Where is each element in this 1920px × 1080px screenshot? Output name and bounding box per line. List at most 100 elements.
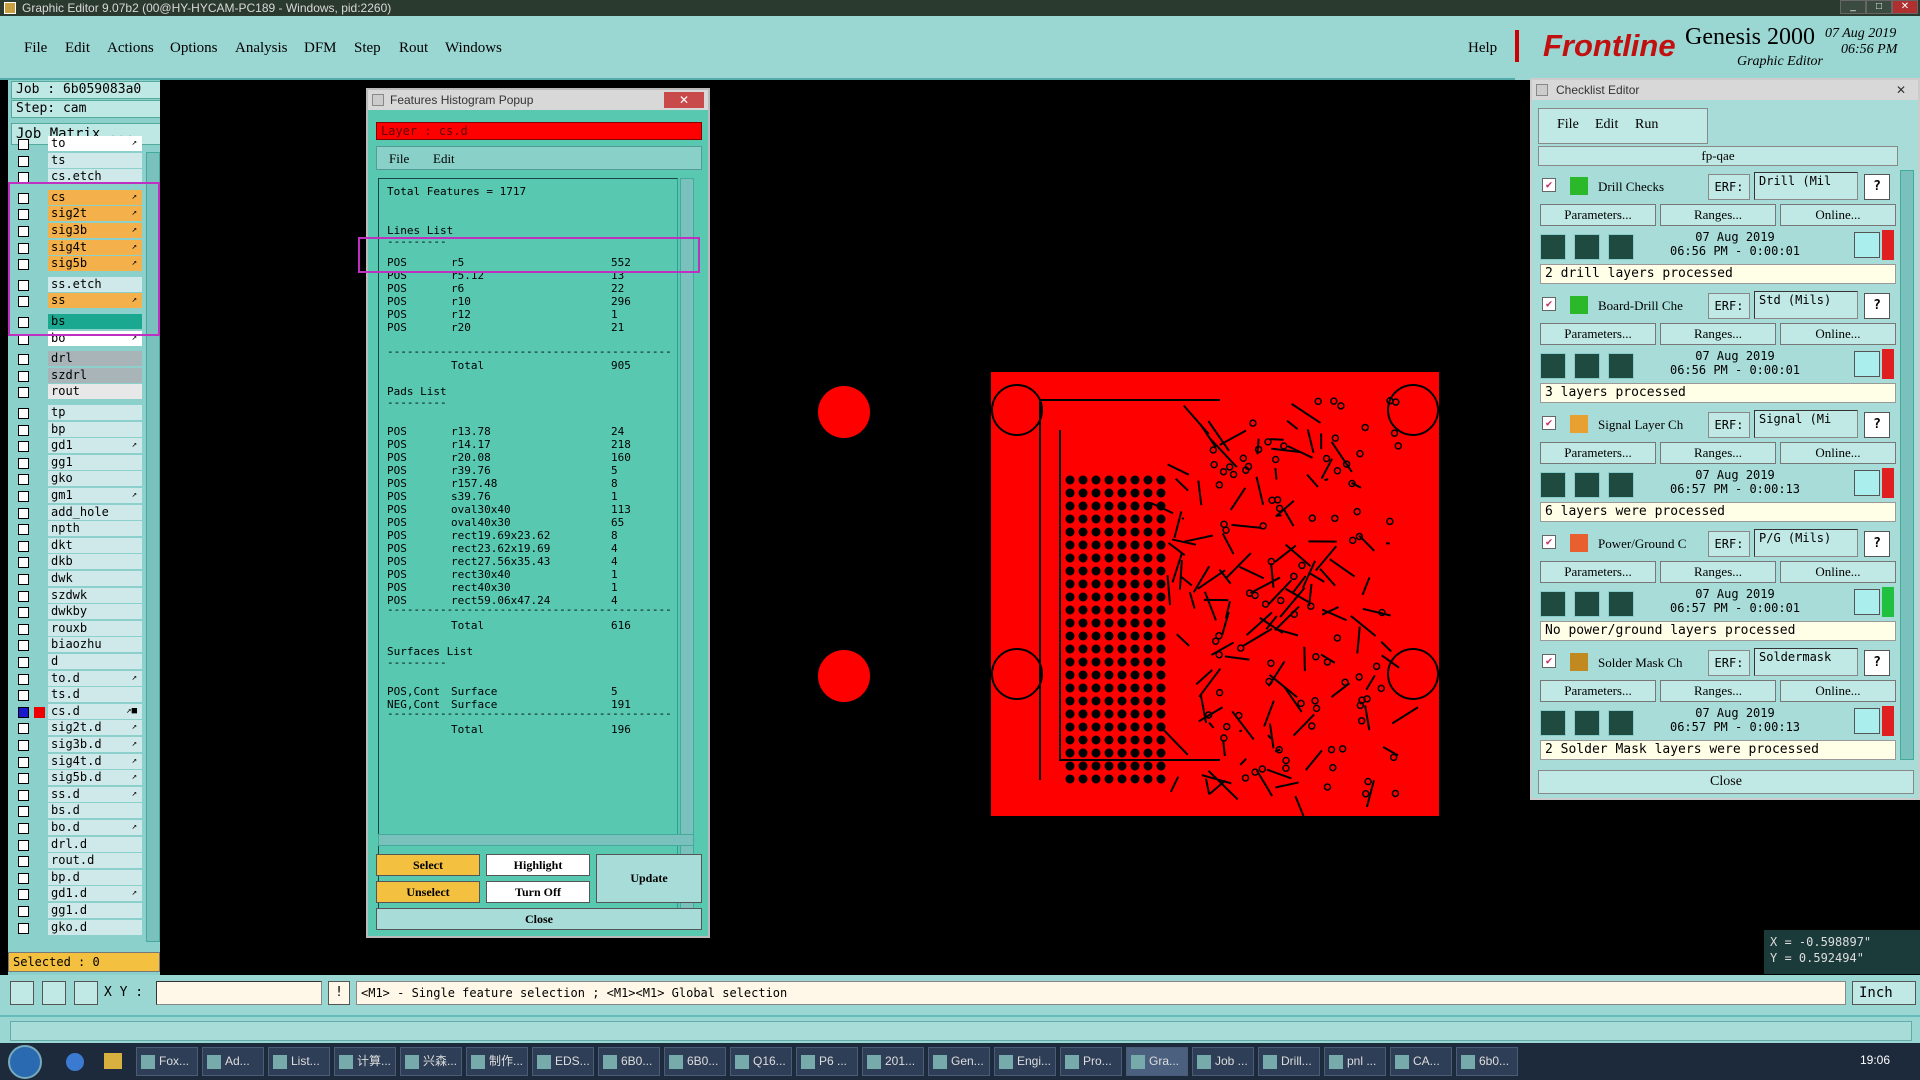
run-check-icon[interactable] xyxy=(1540,353,1566,379)
layer-row[interactable]: rouxb xyxy=(12,620,142,637)
histogram-menu-edit[interactable]: Edit xyxy=(433,151,455,167)
layer-row[interactable]: rout.d xyxy=(12,853,142,869)
check-enable-checkbox[interactable]: ✔ xyxy=(1542,178,1556,192)
zoom-icon[interactable] xyxy=(1854,708,1880,734)
taskbar-item[interactable]: 兴森... xyxy=(400,1047,462,1076)
layer-checkbox[interactable] xyxy=(18,872,29,884)
layer-row[interactable]: tp xyxy=(12,405,142,421)
layer-checkbox[interactable] xyxy=(18,540,29,552)
unit-selector[interactable]: Inch xyxy=(1852,981,1916,1005)
taskbar-item[interactable]: Engi... xyxy=(994,1047,1056,1076)
layer-row[interactable]: to ↗ xyxy=(12,136,142,152)
taskbar-item[interactable]: 6b0... xyxy=(1456,1047,1518,1076)
layer-row[interactable]: dwkby xyxy=(12,604,142,620)
layer-checkbox[interactable] xyxy=(18,155,29,167)
layer-row[interactable]: gd1.d ↗ xyxy=(12,886,142,902)
grid-tool-icon[interactable] xyxy=(74,981,98,1005)
results-icon[interactable] xyxy=(1574,710,1600,736)
zoom-icon[interactable] xyxy=(1854,589,1880,615)
layer-row[interactable]: szdrl xyxy=(12,367,142,384)
layer-checkbox[interactable] xyxy=(18,590,29,602)
menu-actions[interactable]: Actions xyxy=(107,40,154,57)
layer-checkbox[interactable] xyxy=(18,424,29,436)
layer-row[interactable]: dwk xyxy=(12,571,142,587)
taskbar-item[interactable]: Pro... xyxy=(1060,1047,1122,1076)
layer-row[interactable]: drl xyxy=(12,351,142,367)
layer-row[interactable]: szdwk xyxy=(12,587,142,604)
taskbar-item[interactable]: Fox... xyxy=(136,1047,198,1076)
layer-checkbox[interactable] xyxy=(18,773,29,785)
online-button[interactable]: Online... xyxy=(1780,442,1896,464)
layer-checkbox[interactable] xyxy=(18,839,29,851)
layer-checkbox[interactable] xyxy=(18,723,29,735)
erf-button[interactable]: ERF: xyxy=(1708,650,1750,676)
results-icon[interactable] xyxy=(1574,591,1600,617)
histogram-vscrollbar[interactable] xyxy=(680,178,694,918)
menu-help[interactable]: Help xyxy=(1468,40,1497,57)
erf-value[interactable]: Signal (Mi xyxy=(1754,410,1858,438)
taskbar-item[interactable]: Ad... xyxy=(202,1047,264,1076)
layer-checkbox[interactable] xyxy=(18,740,29,751)
results-icon[interactable] xyxy=(1574,353,1600,379)
online-button[interactable]: Online... xyxy=(1780,680,1896,702)
check-name[interactable]: Solder Mask Ch xyxy=(1568,650,1708,676)
xy-input[interactable] xyxy=(156,981,322,1005)
update-button[interactable]: Update xyxy=(596,854,702,903)
taskbar-item[interactable]: Gra... xyxy=(1126,1047,1188,1076)
layer-checkbox[interactable] xyxy=(18,856,29,868)
taskbar-item[interactable]: 计算... xyxy=(334,1047,396,1076)
layer-row[interactable]: bp xyxy=(12,421,142,438)
checklist-menu-run[interactable]: Run xyxy=(1635,117,1658,133)
select-button[interactable]: Select xyxy=(376,854,480,876)
close-window-button[interactable]: ✕ xyxy=(1892,0,1918,14)
layer-checkbox[interactable] xyxy=(18,906,29,917)
layer-row[interactable]: gg1.d xyxy=(12,903,142,919)
layer-checkbox[interactable] xyxy=(18,507,29,519)
checklist-menu-file[interactable]: File xyxy=(1557,117,1579,133)
layer-row[interactable]: d xyxy=(12,654,142,670)
taskbar-item[interactable]: Job ... xyxy=(1192,1047,1254,1076)
taskbar-item[interactable]: EDS... xyxy=(532,1047,594,1076)
taskbar-item[interactable]: 6B0... xyxy=(664,1047,726,1076)
maximize-button[interactable]: □ xyxy=(1866,0,1892,14)
parameters-button[interactable]: Parameters... xyxy=(1540,442,1656,464)
ie-icon[interactable] xyxy=(66,1053,84,1071)
layer-row[interactable]: to.d ↗ xyxy=(12,670,142,687)
help-button[interactable]: ? xyxy=(1864,293,1890,319)
taskbar-item[interactable]: 6B0... xyxy=(598,1047,660,1076)
run-check-icon[interactable] xyxy=(1540,591,1566,617)
layer-row[interactable]: npth xyxy=(12,521,142,537)
erf-value[interactable]: P/G (Mils) xyxy=(1754,529,1858,557)
zoom-icon[interactable] xyxy=(1854,232,1880,258)
minimize-button[interactable]: _ xyxy=(1840,0,1866,14)
layer-row[interactable]: gko.d xyxy=(12,919,142,936)
layer-row[interactable]: sig5b.d ↗ xyxy=(12,770,142,786)
layer-checkbox[interactable] xyxy=(18,623,29,635)
layer-checkbox[interactable] xyxy=(18,457,29,469)
online-button[interactable]: Online... xyxy=(1780,323,1896,345)
layer-row[interactable]: drl.d xyxy=(12,836,142,853)
layer-checkbox[interactable] xyxy=(18,889,29,901)
check-enable-checkbox[interactable]: ✔ xyxy=(1542,535,1556,549)
layer-checkbox[interactable] xyxy=(18,139,29,150)
layer-checkbox[interactable] xyxy=(18,823,29,834)
check-enable-checkbox[interactable]: ✔ xyxy=(1542,416,1556,430)
erf-button[interactable]: ERF: xyxy=(1708,174,1750,200)
unselect-button[interactable]: Unselect xyxy=(376,881,480,903)
erf-button[interactable]: ERF: xyxy=(1708,412,1750,438)
layer-row[interactable]: sig2t.d ↗ xyxy=(12,720,142,736)
layer-row[interactable]: dkb xyxy=(12,554,142,570)
taskbar-item[interactable]: Q16... xyxy=(730,1047,792,1076)
layer-row[interactable]: ss.d ↗ xyxy=(12,786,142,803)
taskbar-item[interactable]: P6 ... xyxy=(796,1047,858,1076)
layer-checkbox[interactable] xyxy=(18,806,29,818)
layer-row[interactable]: cs.d ↗■ xyxy=(12,703,142,720)
layer-row[interactable]: gd1 ↗ xyxy=(12,438,142,454)
layer-row[interactable]: gg1 xyxy=(12,454,142,471)
menu-options[interactable]: Options xyxy=(170,40,218,57)
ranges-button[interactable]: Ranges... xyxy=(1660,442,1776,464)
parameters-button[interactable]: Parameters... xyxy=(1540,680,1656,702)
checklist-close-icon[interactable]: ✕ xyxy=(1890,82,1912,98)
taskbar-item[interactable]: pnl ... xyxy=(1324,1047,1386,1076)
erf-button[interactable]: ERF: xyxy=(1708,531,1750,557)
